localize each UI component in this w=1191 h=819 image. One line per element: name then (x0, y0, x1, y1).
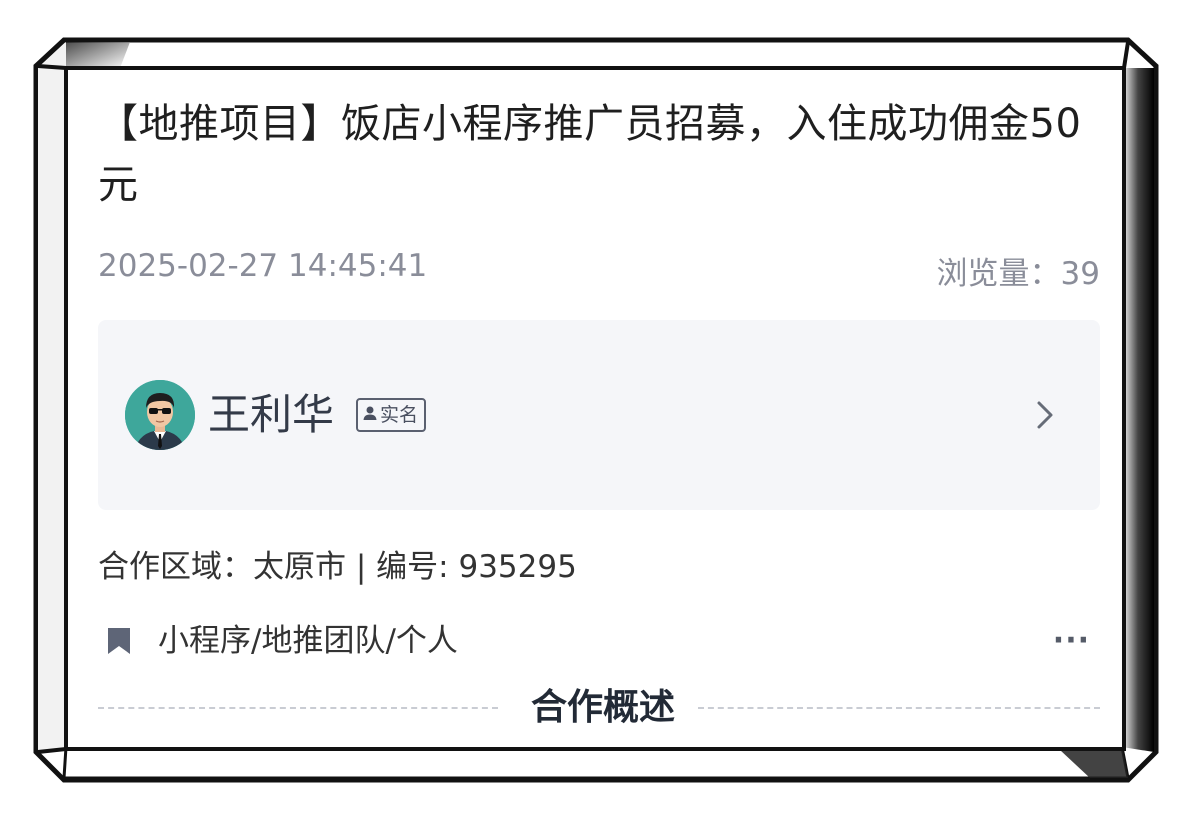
author-card[interactable]: 王利华 实名 (98, 320, 1100, 510)
post-title: 【地推项目】饭店小程序推广员招募，入住成功佣金50元 (98, 101, 1082, 208)
area-value: 太原市 (253, 549, 346, 585)
view-count: 浏览量：39 (937, 248, 1100, 293)
tag-row: 小程序/地推团队/个人 ··· (98, 618, 1100, 666)
verified-badge: 实名 (356, 398, 427, 432)
post-meta: 2025-02-27 14:45:41 浏览量：39 (98, 248, 1100, 292)
category-tags: 小程序/地推团队/个人 (158, 623, 458, 659)
views-value: 39 (1060, 256, 1100, 292)
author-name[interactable]: 王利华 (208, 386, 334, 444)
info-separator: | (355, 549, 367, 585)
area-label: 合作区域： (98, 549, 253, 585)
divider-line-right (698, 707, 1100, 709)
number-value: 935295 (458, 549, 577, 585)
section-heading: 合作概述 (530, 687, 675, 728)
more-options-button[interactable]: ··· (1053, 626, 1090, 656)
avatar-man-sunglasses-icon (125, 380, 195, 450)
post-card: 【地推项目】饭店小程序推广员招募，入住成功佣金50元 2025-02-27 14… (68, 70, 1122, 747)
verified-badge-label: 实名 (380, 404, 419, 426)
avatar[interactable] (125, 380, 195, 450)
bookmark-icon (106, 626, 132, 656)
chevron-right-icon[interactable] (1030, 398, 1060, 432)
divider-line-left (98, 707, 498, 709)
number-label: 编号: (376, 549, 449, 585)
post-datetime: 2025-02-27 14:45:41 (98, 248, 428, 284)
views-label: 浏览量： (936, 256, 1061, 292)
person-icon (362, 400, 378, 430)
cooperation-info: 合作区域：太原市 | 编号: 935295 (98, 544, 577, 590)
section-divider: 合作概述 (98, 680, 1100, 740)
